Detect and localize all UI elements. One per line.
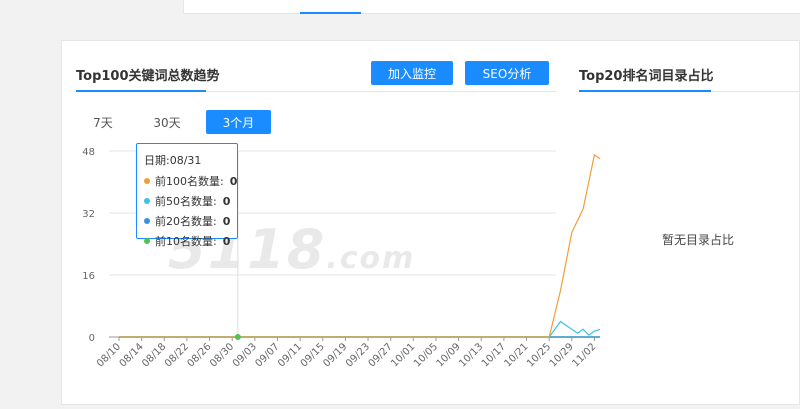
x-tick-label: 09/19 (321, 341, 349, 369)
x-tick-label: 10/17 (480, 341, 508, 369)
x-tick-label: 10/21 (502, 341, 530, 369)
x-tick-label: 09/27 (367, 341, 395, 369)
tooltip-row: 前10名数量: 0 (144, 233, 230, 249)
series-dot-icon (144, 218, 150, 224)
x-tick-label: 08/18 (140, 341, 168, 369)
y-tick-label: 16 (82, 271, 95, 282)
series-dot-icon (144, 198, 150, 204)
x-tick-label: 10/25 (525, 341, 553, 369)
directory-title-underline (579, 90, 711, 92)
x-tick-label: 09/11 (276, 341, 304, 369)
highlight-point (234, 334, 241, 340)
tooltip-label: 前20名数量: (155, 215, 217, 228)
tooltip-value: 0 (222, 194, 231, 208)
x-tick-label: 09/03 (231, 341, 259, 369)
top-panel-active-indicator (300, 12, 361, 14)
tooltip-value: 0 (222, 234, 231, 248)
y-tick-label: 32 (82, 209, 95, 220)
tooltip-label: 前10名数量: (155, 235, 217, 248)
x-tick-label: 09/23 (344, 341, 372, 369)
x-tick-label: 08/14 (118, 341, 146, 369)
x-tick-label: 10/09 (435, 341, 463, 369)
tooltip-row: 前50名数量: 0 (144, 193, 230, 209)
tooltip-row: 前100名数量: 0 (144, 173, 237, 189)
tooltip-label: 前50名数量: (155, 195, 217, 208)
chart-tooltip: 日期:08/31 前100名数量: 0 前50名数量: 0 前20名数量: 0 … (136, 143, 238, 248)
tooltip-label: 前100名数量: (155, 175, 224, 188)
tooltip-date: 日期:08/31 (144, 154, 202, 167)
x-tick-label: 09/15 (299, 341, 327, 369)
directory-empty-text: 暂无目录占比 (662, 233, 735, 247)
tooltip-value: 0 (222, 214, 231, 228)
x-tick-label: 09/07 (253, 341, 281, 369)
x-tick-label: 08/22 (163, 341, 191, 369)
x-tick-label: 08/26 (186, 341, 214, 369)
x-tick-label: 08/30 (208, 341, 236, 369)
x-tick-label: 10/01 (389, 341, 417, 369)
top-panel-strip (183, 0, 800, 14)
y-tick-label: 0 (89, 333, 95, 344)
tooltip-row: 前20名数量: 0 (144, 213, 230, 229)
x-tick-label: 10/13 (457, 341, 485, 369)
tooltip-value: 0 (229, 174, 238, 188)
x-tick-label: 10/05 (412, 341, 440, 369)
x-tick-label: 08/10 (95, 341, 123, 369)
series-dot-icon (144, 178, 150, 184)
series-line-2 (119, 320, 601, 338)
series-dot-icon (144, 238, 150, 244)
directory-share-title: Top20排名词目录占比 (579, 69, 714, 84)
y-tick-label: 48 (82, 147, 95, 158)
